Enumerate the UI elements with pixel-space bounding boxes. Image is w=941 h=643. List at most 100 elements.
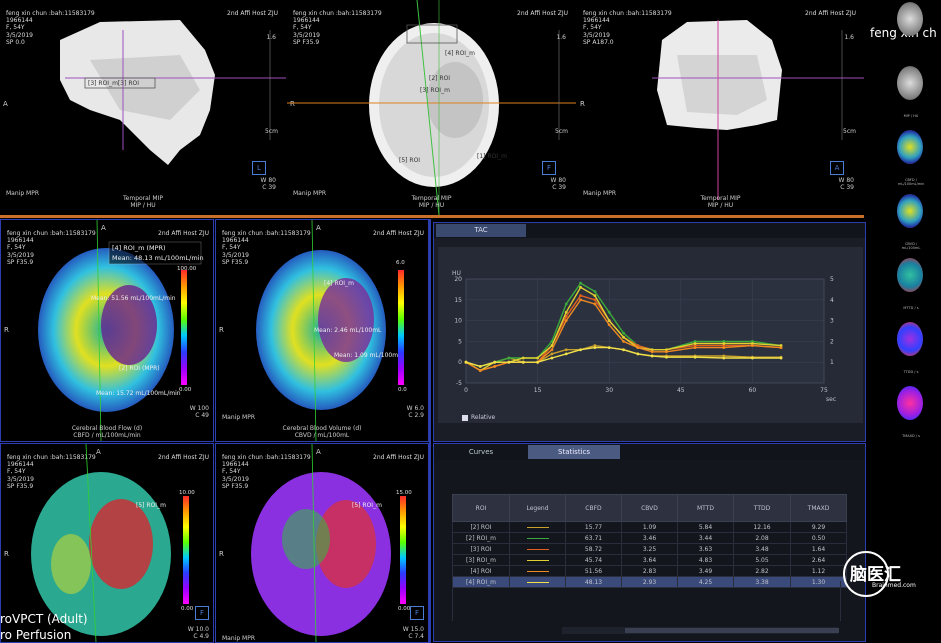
table-cell-roi: [3] ROI [452,543,510,555]
table-row[interactable]: [4] ROI 51.56 2.83 3.49 2.82 1.12 [452,565,847,577]
stats-scrollbar-thumb[interactable] [625,628,839,633]
col-header[interactable]: ROI [452,494,510,522]
scale-label: 5cm [843,128,856,135]
series-thumbnail[interactable] [897,66,923,100]
colorbar-min: 0.0 [398,387,407,393]
series-thumbnail[interactable] [897,258,923,292]
viewport-caption: Temporal MIP MIP / HU [123,195,163,209]
y-tick-label: 10 [454,318,462,325]
col-header[interactable]: MTTD [677,494,734,522]
data-point [593,290,597,293]
data-point [593,298,597,302]
statistics-panel[interactable]: Curves Statistics ROI Legend CBFD CBVD M… [433,443,866,642]
tac-chart[interactable]: 0 15 30 45 60 7520151050-554321HUsec [434,223,865,441]
orientation-cube[interactable]: A [830,161,844,175]
y2-tick-label: 4 [830,297,834,304]
zoom-label: 1.6 [556,34,566,41]
axial-brain-image: [4] ROI_m [2] ROI [3] ROI_m [5] ROI [1] … [287,0,576,215]
table-cell-tmaxd: 9.29 [790,521,847,533]
roi-label: [2] ROI [429,75,450,82]
viewport-caption: Cerebral Blood Flow (d) CBFD / mL/100mL/m… [71,425,143,439]
series-thumbnail[interactable] [897,386,923,420]
table-cell-cbvd: 3.64 [621,554,678,566]
data-point [464,360,468,364]
data-point [650,354,654,358]
series-thumbnail[interactable] [897,130,923,164]
thumbnail-label: CBVD / mL/100mL [901,242,921,250]
table-cell-cbvd: 3.46 [621,532,678,544]
roi-label: [2] ROI (MPR) [119,365,160,372]
x-tick-label: 30 [605,387,613,394]
series-thumbnail[interactable] [897,322,923,356]
viewport-sagittal[interactable]: feng xin chun :bah:11583179 1966144 F, 54Y… [0,0,286,215]
orientation-marker: A [316,224,321,232]
orientation-cube[interactable]: F [410,606,424,620]
viewport-separator [0,215,864,218]
viewport-separator [429,219,431,643]
protocol-subtitle: ro Perfusion [0,628,72,642]
table-cell-ttdd: 2.08 [733,532,791,544]
table-row[interactable]: [3] ROI_m 45.74 3.64 4.83 5.05 2.64 [452,554,847,566]
data-point [622,340,625,343]
table-cell-ttdd: 5.05 [733,554,791,566]
table-cell-cbfd: 58.72 [565,543,622,555]
viewport-caption: Temporal MIP MIP / HU [700,195,741,209]
col-header[interactable]: CBFD [565,494,622,522]
data-point [579,294,582,298]
tac-panel[interactable]: TAC 0 15 30 45 60 75 20 15 10 5 0 -5 5 4 3 2 1 HU sec Rela… [433,222,866,442]
legend-swatch [526,548,549,550]
y-tick-label: 0 [458,359,462,366]
table-row[interactable]: [2] ROI 15.77 1.09 5.84 12.16 9.29 [452,521,847,533]
y-tick-label: -5 [456,380,462,387]
orientation-marker: A [101,224,106,232]
data-point [779,346,783,350]
orientation-cube[interactable]: F [542,161,556,175]
legend-swatch [526,559,549,561]
roi-label: [1] ROI_m [477,153,507,160]
orientation-marker: R [4,326,9,334]
series-thumbnail[interactable] [897,2,923,36]
data-point [593,302,597,306]
tab-statistics[interactable]: Statistics [528,445,620,459]
orientation-marker: R [219,550,224,558]
relative-checkbox[interactable]: Relative [462,414,495,421]
tab-curves[interactable]: Curves [436,445,526,459]
roi-label: [4] ROI_m (MPR) [112,244,166,252]
viewport-ttd[interactable]: feng xin chun :bah:11583179 1966144 F, 54Y… [215,443,429,643]
roi-mean: Mean: 15.72 mL/100mL/min [96,390,181,397]
data-point [593,346,597,350]
data-point [564,302,568,306]
table-cell-mttd: 3.44 [677,532,734,544]
data-point [493,364,497,368]
series-thumbnail[interactable] [897,194,923,228]
roi-label: [5] ROI_m [136,502,166,509]
legend-swatch [526,526,549,528]
col-header[interactable]: TMAXD [790,494,847,522]
data-point [779,356,783,360]
data-point [722,356,726,360]
viewport-axial[interactable]: feng xin chun :bah:11583179 1966144 F, 54Y… [287,0,576,215]
col-header[interactable]: TTDD [733,494,791,522]
data-point [751,344,754,347]
y2-tick-label: 2 [830,338,834,345]
color-scale-bar [181,270,187,385]
data-point [564,348,568,352]
col-header[interactable]: Legend [509,494,566,522]
cbv-map-image: [4] ROI_m Mean: 2.46 mL/100mL Mean: 1.09… [256,220,402,441]
orientation-cube[interactable]: L [252,161,266,175]
y-tick-label: 15 [454,297,462,304]
thumbnail-label: MTTD / s [903,306,919,310]
table-row[interactable]: [2] ROI_m 63.71 3.46 3.44 2.08 0.50 [452,532,847,544]
table-cell-mttd: 3.49 [677,565,734,577]
roi-mean: Mean: 1.09 mL/100mL [334,352,402,359]
zoom-label: 1.6 [844,34,854,41]
brainmed-logo: 脑医汇 Brainmed.com [842,548,928,600]
viewport-caption: Temporal MIP MIP / HU [411,195,452,209]
viewport-coronal[interactable]: feng xin chun :bah:11583179 1966144 F, 54Y… [577,0,864,215]
orientation-cube[interactable]: F [195,606,209,620]
viewport-cbv[interactable]: feng xin chun :bah:11583179 1966144 F, 54Y… [215,219,429,442]
col-header[interactable]: CBVD [621,494,678,522]
table-row[interactable]: [3] ROI 58.72 3.25 3.63 3.48 1.64 [452,543,847,555]
viewport-cbf[interactable]: feng xin chun :bah:11583179 1966144 F, 54Y… [0,219,214,442]
data-point [478,369,482,372]
